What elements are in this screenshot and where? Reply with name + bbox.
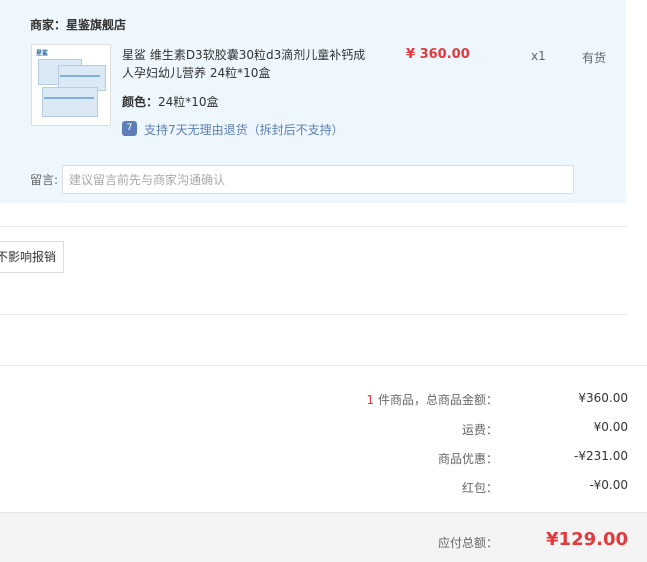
invoice-report-button[interactable]: 不影响报销 <box>0 241 64 273</box>
redpacket-value: -¥0.00 <box>589 478 628 492</box>
shipping-label: 运费： <box>461 423 498 437</box>
product-thumbnail[interactable]: 星鲨 <box>31 44 111 126</box>
remark-label: 留言: <box>30 173 59 187</box>
color-value: 24粒*10盒 <box>158 95 219 109</box>
discount-value: -¥231.00 <box>574 449 628 463</box>
payable-total-amount: ¥129.00 <box>546 529 628 550</box>
stock-status: 有货 <box>582 51 607 65</box>
divider <box>0 314 626 315</box>
color-label: 颜色： <box>122 95 159 109</box>
merchant-label: 商家： <box>30 18 67 32</box>
merchant-name[interactable]: 星鉴旗舰店 <box>66 16 126 33</box>
redpacket-label: 红包： <box>461 481 498 495</box>
divider <box>0 226 626 227</box>
thumbnail-brand: 星鲨 <box>36 50 49 57</box>
item-count-label: 1 件商品，总商品金额： <box>298 391 498 408</box>
return-policy-icon: 7 <box>122 121 137 136</box>
payable-total-label: 应付总额： <box>437 536 498 550</box>
product-quantity: x1 <box>531 49 546 63</box>
return-policy-text[interactable]: 支持7天无理由退货（拆封后不支持） <box>144 121 344 138</box>
item-count-suffix: 件商品，总商品金额： <box>374 393 498 407</box>
divider <box>0 365 647 366</box>
product-price: ¥ 360.00 <box>406 47 470 62</box>
shipping-value: ¥0.00 <box>593 420 628 434</box>
discount-label: 商品优惠： <box>437 452 498 466</box>
remark-input[interactable] <box>62 165 574 194</box>
product-title[interactable]: 星鲨 维生素D3软胶囊30粒d3滴剂儿童补钙成人孕妇幼儿营养 24粒*10盒 <box>122 46 370 82</box>
total-goods-value: ¥360.00 <box>578 391 628 405</box>
